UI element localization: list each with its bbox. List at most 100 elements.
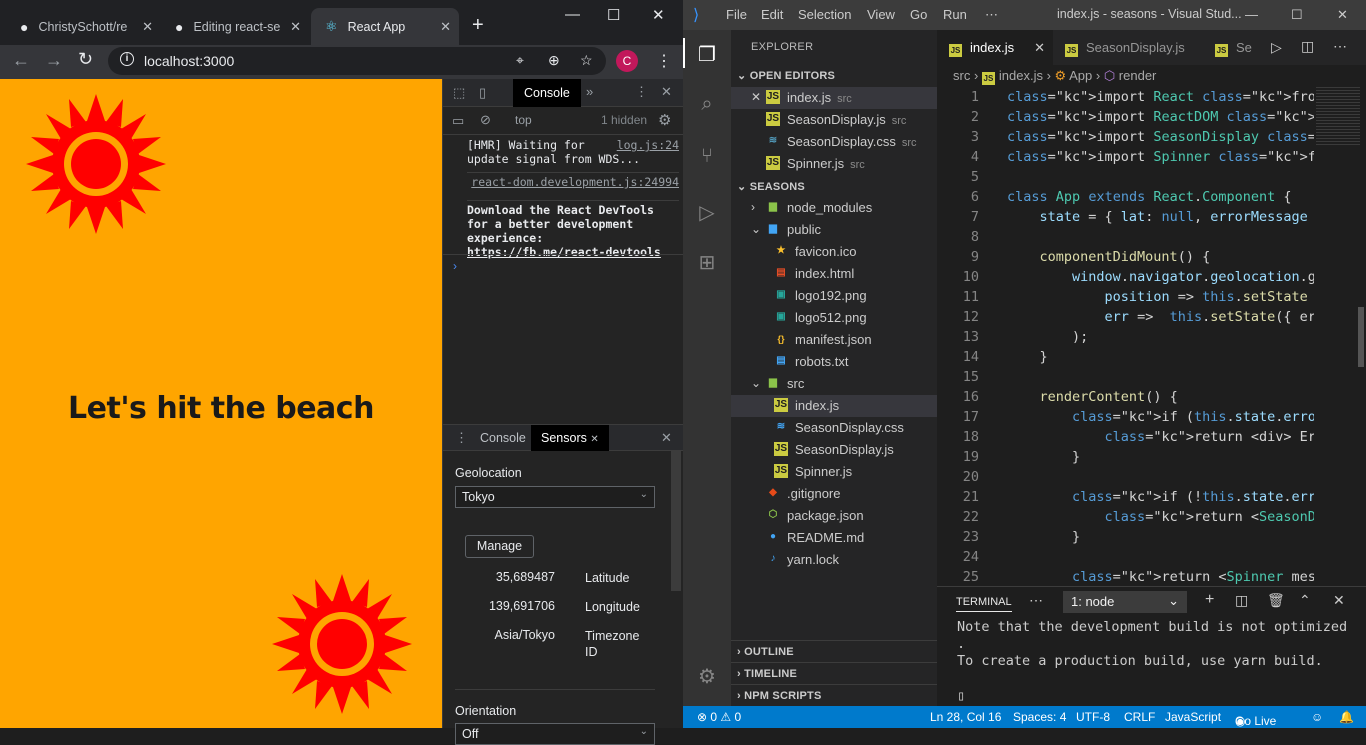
avatar[interactable]: C — [616, 50, 638, 72]
encoding[interactable]: UTF-8 — [1076, 710, 1110, 724]
minimize-icon[interactable]: — — [1245, 7, 1258, 22]
tree-folder-public[interactable]: ⌄ ▆ public — [731, 219, 937, 241]
new-tab-plus-icon[interactable]: + — [472, 14, 484, 37]
problems-indicator[interactable]: ⊗ 0 ⚠ 0 — [697, 710, 741, 724]
timezone-value[interactable]: Asia/Tokyo — [443, 628, 555, 642]
code-line[interactable]: ); — [1007, 329, 1088, 345]
address-bar[interactable]: i localhost:3000 ⌖ ⊕ ☆ — [108, 47, 606, 75]
trash-icon[interactable]: 🗑 — [1267, 592, 1285, 609]
menu-edit[interactable]: Edit — [761, 7, 783, 22]
timeline-section[interactable]: › TIMELINE — [731, 662, 937, 684]
more-tabs-icon[interactable]: » — [586, 84, 593, 99]
latitude-value[interactable]: 35,689487 — [443, 570, 555, 584]
close-window-icon[interactable]: ✕ — [1337, 7, 1348, 23]
run-icon[interactable]: ▷ — [1271, 39, 1282, 56]
code-line[interactable]: window.navigator.geolocation.g — [1007, 269, 1316, 285]
split-editor-icon[interactable]: ◫ — [1301, 38, 1314, 55]
code-line[interactable]: componentDidMount() { — [1007, 249, 1211, 265]
close-devtools-icon[interactable]: ✕ — [661, 84, 672, 100]
source-link[interactable]: react-dom.development.js:24994 — [471, 175, 679, 189]
breadcrumb-item[interactable]: index.js — [999, 68, 1043, 83]
devtools-link[interactable]: https://fb.me/react-devtools — [467, 245, 661, 259]
extensions-icon[interactable]: ⊞ — [695, 250, 719, 274]
tree-file[interactable]: ≋ SeasonDisplay.css — [731, 417, 937, 439]
more-actions-icon[interactable]: ⋯ — [1333, 38, 1347, 55]
breadcrumb-item[interactable]: App — [1069, 68, 1092, 83]
browser-tab-1[interactable]: ● ChristySchott/re ✕ — [6, 8, 161, 45]
menu-more[interactable]: ⋯ — [985, 7, 998, 23]
tree-file-selected[interactable]: JS index.js — [731, 395, 937, 417]
close-icon[interactable]: ✕ — [751, 90, 761, 104]
close-tab-icon[interactable]: ✕ — [440, 19, 451, 35]
source-control-icon[interactable]: ⑂ — [695, 145, 719, 169]
menu-run[interactable]: Run — [943, 7, 967, 22]
tree-file[interactable]: ▣ logo192.png — [731, 285, 937, 307]
close-drawer-icon[interactable]: ✕ — [661, 430, 672, 446]
open-editors-header[interactable]: ⌄ OPEN EDITORS — [731, 64, 937, 86]
menu-selection[interactable]: Selection — [798, 7, 851, 22]
clear-console-icon[interactable]: ⊘ — [480, 112, 491, 128]
url-text[interactable]: localhost:3000 — [144, 53, 234, 69]
site-info-icon[interactable]: i — [120, 52, 134, 66]
source-link[interactable]: log.js:24 — [617, 138, 679, 152]
menu-go[interactable]: Go — [910, 7, 927, 22]
tree-file[interactable]: ▤ index.html — [731, 263, 937, 285]
browser-tab-3-active[interactable]: ⚛ React App ✕ — [311, 8, 459, 45]
console-prompt-icon[interactable]: › — [453, 259, 457, 273]
code-line[interactable]: class="kc">import SeasonDisplay class="k… — [1007, 129, 1366, 145]
tree-file[interactable]: ● README.md — [731, 527, 937, 549]
menu-file[interactable]: File — [726, 7, 747, 22]
scrollbar[interactable] — [671, 451, 681, 591]
manage-button[interactable]: Manage — [465, 535, 534, 558]
maximize-icon[interactable]: ☐ — [1291, 7, 1303, 23]
code-line[interactable]: class="kc">import ReactDOM class="kc">fr… — [1007, 109, 1366, 125]
context-selector[interactable]: top — [515, 113, 532, 127]
code-line[interactable]: class="kc">return <SeasonDisplay lat= — [1007, 509, 1366, 525]
tree-file[interactable]: JS SeasonDisplay.js — [731, 439, 937, 461]
code-line[interactable]: class="kc">return <Spinner message=class… — [1007, 569, 1366, 585]
tab-sensors[interactable]: Sensors ✕ — [531, 425, 609, 451]
notifications-bell-icon[interactable]: 🔔 — [1339, 710, 1354, 724]
code-line[interactable]: renderContent() { — [1007, 389, 1178, 405]
tree-folder-src[interactable]: ⌄ ▆ src — [731, 373, 937, 395]
code-line[interactable]: class App extends React.Component { — [1007, 189, 1292, 205]
line-ending[interactable]: CRLF — [1124, 710, 1155, 724]
new-terminal-plus-icon[interactable]: + — [1205, 591, 1214, 609]
code-line[interactable]: class="kc">return <div> Error: {this — [1007, 429, 1366, 445]
settings-gear-icon[interactable]: ⚙ — [658, 111, 671, 129]
tree-file[interactable]: JS Spinner.js — [731, 461, 937, 483]
code-line[interactable]: } — [1007, 349, 1048, 365]
tree-file[interactable]: ⬡ package.json — [731, 505, 937, 527]
back-arrow-icon[interactable]: ← — [12, 50, 30, 71]
maximize-icon[interactable]: ☐ — [607, 6, 620, 24]
indentation[interactable]: Spaces: 4 — [1013, 710, 1066, 724]
editor-tab-active[interactable]: JS index.js ✕ — [937, 30, 1053, 65]
zoom-icon[interactable]: ⊕ — [548, 52, 560, 69]
open-editor-item[interactable]: ≋ SeasonDisplay.css src — [731, 131, 937, 153]
code-line[interactable]: err => this.setState({ er — [1007, 309, 1316, 325]
kebab-menu-icon[interactable]: ⋮ — [656, 51, 672, 71]
tab-drawer-console[interactable]: Console — [480, 431, 526, 445]
breadcrumb-item[interactable]: render — [1119, 68, 1157, 83]
breadcrumb-item[interactable]: src — [953, 68, 970, 83]
minimize-icon[interactable]: — — [565, 6, 580, 23]
code-line[interactable]: position => this.setState — [1007, 289, 1308, 305]
terminal-output[interactable]: Note that the development build is not o… — [957, 619, 1347, 705]
browser-tab-2[interactable]: ● Editing react-se ✕ — [161, 8, 309, 45]
location-icon[interactable]: ⌖ — [516, 52, 524, 69]
code-editor[interactable]: 1 class="kc">import React class="kc">from… — [937, 87, 1366, 586]
devtools-menu-icon[interactable]: ⋮ — [635, 84, 648, 100]
npm-scripts-section[interactable]: › NPM SCRIPTS — [731, 684, 937, 706]
outline-section[interactable]: › OUTLINE — [731, 640, 937, 662]
open-editor-item[interactable]: JS Spinner.js src — [731, 153, 937, 175]
bookmark-star-icon[interactable]: ☆ — [580, 52, 593, 69]
close-tab-icon[interactable]: ✕ — [1034, 40, 1045, 56]
maximize-panel-icon[interactable]: ⌃ — [1299, 592, 1311, 609]
run-debug-icon[interactable]: ▷ — [695, 200, 719, 224]
editor-tab[interactable]: JS SeasonDisplay.js — [1053, 30, 1203, 65]
tree-file[interactable]: ▣ logo512.png — [731, 307, 937, 329]
tree-file[interactable]: {} manifest.json — [731, 329, 937, 351]
code-line[interactable]: class="kc">import React class="kc">from … — [1007, 89, 1366, 105]
editor-tab[interactable]: JS Se — [1203, 30, 1263, 65]
scrollbar[interactable] — [1358, 307, 1364, 367]
